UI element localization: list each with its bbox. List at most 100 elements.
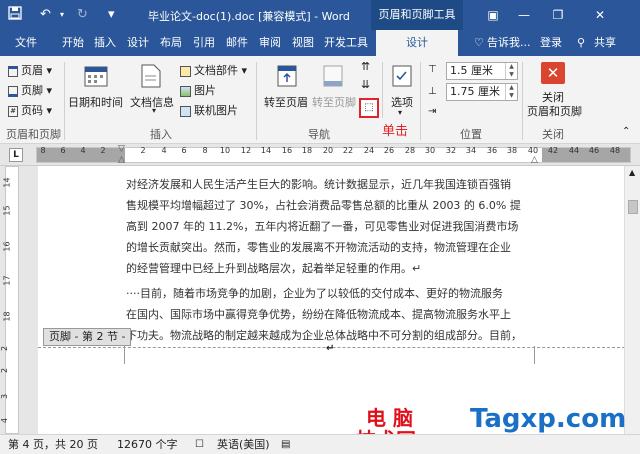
page-count-status[interactable]: 第 4 页，共 20 页 [8, 435, 98, 454]
footer-position-icon: ⊥ [428, 86, 437, 97]
horizontal-ruler[interactable]: ▽ △ △ 8 6 4 2 2 4 6 8 10 12 14 16 18 20 … [0, 144, 640, 166]
tab-references[interactable]: 引用 [193, 30, 215, 56]
tab-file[interactable]: 文件 [15, 30, 37, 56]
vruler-tick: 18 [2, 311, 12, 322]
goto-footer-button[interactable]: 转至页脚 [312, 94, 356, 110]
group-label-navigation: 导航 [308, 128, 330, 141]
close-button-line2[interactable]: 页眉和页脚 [527, 103, 582, 119]
document-info-dropdown-icon[interactable]: ▾ [152, 106, 156, 115]
ruler-tick: 42 [547, 146, 559, 155]
sign-in-link[interactable]: 登录 [540, 30, 562, 56]
footer-position-input[interactable]: 1.75 厘米 ▲ ▼ [446, 83, 518, 101]
footer-paragraph-mark[interactable]: ↵ [326, 343, 334, 354]
picture-button[interactable]: 图片 [180, 82, 216, 98]
group-label-header-footer: 页眉和页脚 [6, 128, 61, 141]
language-status[interactable]: 英语(美国) [217, 435, 270, 454]
vertical-ruler[interactable]: 14 15 16 17 18 2 2 3 4 [0, 166, 24, 434]
window-title: 毕业论文-doc(1).doc [兼容模式] - Word [148, 10, 350, 23]
share-person-icon: ⚲ [577, 36, 586, 49]
tab-header-footer-design[interactable]: 设计 [376, 30, 458, 56]
ruler-tick: 28 [404, 146, 416, 155]
macro-record-icon[interactable]: ▤ [281, 435, 290, 454]
online-picture-button-label: 联机图片 [194, 104, 238, 117]
ruler-tick: 36 [486, 146, 498, 155]
vruler-tick: 15 [2, 205, 12, 216]
ribbon-display-options-icon[interactable]: ▣ [484, 6, 502, 24]
scrollbar-thumb[interactable] [628, 200, 638, 214]
ribbon-tab-bar: 文件 开始 插入 设计 布局 引用 邮件 审阅 视图 开发工具 设计 ♡ 告诉我… [0, 30, 640, 56]
first-line-indent-icon[interactable]: ▽ [118, 144, 125, 154]
link-to-previous-button[interactable]: ⬚ [359, 98, 379, 118]
tab-view[interactable]: 视图 [292, 30, 314, 56]
close-header-footer-icon[interactable]: ✕ [541, 62, 565, 84]
tell-me-box[interactable]: 告诉我... [487, 30, 531, 56]
horizontal-ruler-scale[interactable] [36, 147, 631, 163]
undo-dropdown-icon[interactable]: ▾ [60, 6, 64, 24]
ruler-tick: 22 [342, 146, 354, 155]
tab-home[interactable]: 开始 [62, 30, 84, 56]
redo-icon[interactable]: ↻ [77, 6, 88, 24]
ruler-tick: 30 [424, 146, 436, 155]
ruler-tick: 18 [301, 146, 313, 155]
tab-design[interactable]: 设计 [127, 30, 149, 56]
quick-parts-button[interactable]: 文档部件 ▾ [180, 62, 247, 78]
previous-section-icon[interactable]: ⇈ [361, 60, 370, 73]
status-bar: 第 4 页，共 20 页 12670 个字 ☐ 英语(美国) ▤ [0, 434, 640, 454]
page-number-button[interactable]: # 页码 ▾ [8, 102, 52, 118]
tab-insert[interactable]: 插入 [94, 30, 116, 56]
footer-position-spin-icon[interactable]: ▲ ▼ [505, 84, 517, 100]
date-time-button[interactable]: 日期和时间 [68, 94, 123, 110]
footer-margin-corner-left [124, 346, 125, 364]
scroll-up-icon[interactable]: ▲ [629, 168, 635, 177]
word-count-status[interactable]: 12670 个字 [117, 435, 178, 454]
share-button[interactable]: 共享 [594, 30, 616, 56]
right-indent-icon[interactable]: △ [531, 155, 538, 165]
vruler-tick: 4 [0, 417, 10, 424]
goto-header-button[interactable]: 转至页眉 [264, 94, 308, 110]
vruler-tick: 16 [2, 241, 12, 252]
footer-button[interactable]: 页脚 ▾ [8, 82, 52, 98]
undo-icon[interactable]: ↶ [40, 6, 51, 24]
picture-icon [180, 85, 191, 97]
page-number-icon: # [8, 105, 18, 117]
hanging-indent-icon[interactable]: △ [118, 155, 125, 165]
online-picture-button[interactable]: 联机图片 [180, 102, 238, 118]
text-line: 高到 2007 年的 11.2%，五年内将近翻了一番，可见零售业对促进我国消费市… [126, 220, 519, 233]
goto-header-icon [276, 64, 298, 91]
footer-icon [8, 85, 18, 97]
tab-developer[interactable]: 开发工具 [324, 30, 368, 56]
ruler-tick: 34 [465, 146, 477, 155]
vertical-scrollbar[interactable]: ▲ [624, 166, 640, 434]
customize-toolbar-icon[interactable]: ▾ [108, 6, 115, 24]
tab-layout[interactable]: 布局 [160, 30, 182, 56]
ruler-tick: 20 [322, 146, 334, 155]
ruler-tick: 24 [363, 146, 375, 155]
next-section-icon[interactable]: ⇊ [361, 78, 370, 91]
footer-position-value: 1.75 厘米 [450, 85, 500, 98]
header-button-label: 页眉 [21, 64, 43, 77]
restore-icon[interactable]: ❐ [549, 6, 567, 24]
tab-review[interactable]: 审阅 [259, 30, 281, 56]
proofing-icon[interactable]: ☐ [195, 435, 204, 454]
minimize-icon[interactable]: — [515, 6, 533, 24]
body-paragraph-2[interactable]: ····目前，随着市场竞争的加剧，企业为了以较低的交付成本、更好的物流服务 在国… [126, 283, 534, 346]
body-paragraph-1[interactable]: 对经济发展和人民生活产生巨大的影响。统计数据显示，近几年我国连锁百强销 售规模平… [126, 174, 534, 279]
options-dropdown-icon[interactable]: ▾ [398, 108, 402, 117]
tab-mailings[interactable]: 邮件 [226, 30, 248, 56]
save-icon[interactable] [8, 6, 22, 24]
ruler-tick: 2 [140, 146, 146, 155]
collapse-ribbon-icon[interactable]: ⌃ [622, 126, 630, 137]
ruler-tick: 14 [260, 146, 272, 155]
close-window-icon[interactable]: ✕ [591, 6, 609, 24]
header-position-spin-icon[interactable]: ▲ ▼ [505, 63, 517, 79]
header-position-input[interactable]: 1.5 厘米 ▲ ▼ [446, 62, 518, 80]
ruler-tick: 6 [181, 146, 187, 155]
tab-selector-icon[interactable]: L [9, 148, 23, 162]
footer-button-label: 页脚 [21, 84, 43, 97]
insert-alignment-tab-icon[interactable]: ⇥ [428, 106, 436, 117]
vruler-tick: 17 [2, 275, 12, 286]
ruler-tick: 44 [568, 146, 580, 155]
header-button[interactable]: 页眉 ▾ [8, 62, 52, 78]
goto-footer-icon [322, 64, 344, 91]
ruler-tick: 6 [60, 146, 66, 155]
